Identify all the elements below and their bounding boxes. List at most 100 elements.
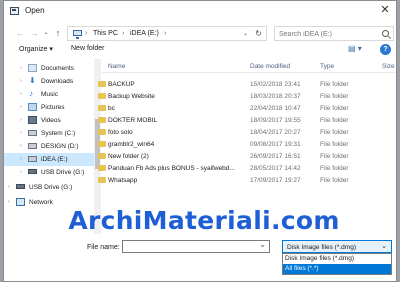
chevron-right-icon[interactable]: › xyxy=(20,104,22,110)
arrow-right-icon: → xyxy=(29,28,39,38)
folder-icon xyxy=(98,117,106,123)
file-row[interactable]: DOKTER MOBIL 18/09/2017 19:55 File folde… xyxy=(98,115,396,126)
sidebar-item-pictures[interactable]: › Pictures xyxy=(4,101,94,114)
breadcrumb-separator-icon: › xyxy=(122,30,125,37)
sidebar-item-idea-e[interactable]: › iDEA (E:) xyxy=(4,153,94,166)
file-type-select[interactable]: Disk Image files (*.dmg) ⌄ xyxy=(282,240,392,253)
sidebar-item-label: iDEA (E:) xyxy=(41,156,68,163)
change-view-button[interactable]: ▤ ▾ xyxy=(348,44,368,56)
chevron-right-icon[interactable]: › xyxy=(20,130,22,136)
sidebar-item-usb-drive-g[interactable]: › USB Drive (G:) xyxy=(4,166,94,179)
file-name: foto solo xyxy=(108,129,133,136)
file-date: 18/09/2017 19:55 xyxy=(250,117,301,124)
drive-icon xyxy=(28,130,37,136)
sidebar-item-label: Music xyxy=(41,91,58,98)
file-name: Whatsapp xyxy=(108,177,138,184)
file-row[interactable]: Backup Website 18/03/2018 20:37 File fol… xyxy=(98,91,396,102)
chevron-right-icon[interactable]: › xyxy=(8,199,10,205)
folder-icon xyxy=(98,153,106,159)
sidebar-item-label: Videos xyxy=(41,117,61,124)
file-type-dropdown-list: Disk Image files (*.dmg) All files (*.*) xyxy=(282,253,392,275)
file-date: 17/09/2017 19:27 xyxy=(250,177,301,184)
back-button[interactable]: ← xyxy=(13,25,27,42)
file-type-option-all-files[interactable]: All files (*.*) xyxy=(283,264,391,274)
documents-icon xyxy=(28,64,37,72)
close-icon: ✕ xyxy=(380,4,390,16)
sidebar-item-system-c[interactable]: › System (C:) xyxy=(4,127,94,140)
breadcrumb-drive[interactable]: iDEA (E:) xyxy=(130,30,159,37)
file-type: File folder xyxy=(320,129,349,136)
column-date-modified[interactable]: Date modified xyxy=(250,63,290,70)
file-row[interactable]: New folder (2) 26/09/2017 16:51 File fol… xyxy=(98,151,396,162)
column-type[interactable]: Type xyxy=(320,63,334,70)
breadcrumb-separator-icon: › xyxy=(85,30,88,37)
file-type: File folder xyxy=(320,165,349,172)
chevron-right-icon[interactable]: › xyxy=(20,91,22,97)
usb-icon xyxy=(28,169,37,174)
column-name[interactable]: Name xyxy=(108,63,125,70)
file-name: bc xyxy=(108,105,115,112)
file-name-input[interactable] xyxy=(122,240,270,253)
file-row[interactable]: BACKUP 15/02/2018 23:41 File folder xyxy=(98,79,396,90)
file-row[interactable]: Whatsapp 17/09/2017 19:27 File folder xyxy=(98,175,396,186)
chevron-right-icon[interactable]: › xyxy=(20,117,22,123)
chevron-down-icon: ⌄ xyxy=(381,243,387,250)
watermark-text: ArchiMateriali.com xyxy=(68,206,340,235)
sidebar-item-downloads[interactable]: › ⬇ Downloads xyxy=(4,75,94,88)
file-type: File folder xyxy=(320,153,349,160)
chevron-right-icon[interactable]: › xyxy=(20,143,22,149)
file-row[interactable]: gramblr2_win64 09/08/2017 19:31 File fol… xyxy=(98,139,396,150)
help-icon: ? xyxy=(383,46,388,53)
breadcrumb-separator-icon: › xyxy=(164,30,167,37)
sidebar-item-label: Network xyxy=(29,199,53,206)
file-name: DOKTER MOBIL xyxy=(108,117,158,124)
chevron-right-icon[interactable]: › xyxy=(8,184,10,190)
chevron-right-icon[interactable]: › xyxy=(20,65,22,71)
file-type: File folder xyxy=(320,141,349,148)
chevron-down-icon: ⌄ xyxy=(43,30,49,36)
file-type: File folder xyxy=(320,93,349,100)
file-date: 09/08/2017 19:31 xyxy=(250,141,301,148)
file-row[interactable]: Panduan Fb Ads plus BONUS - syaifwebd...… xyxy=(98,163,396,174)
chevron-right-icon[interactable]: › xyxy=(20,156,22,162)
address-bar[interactable]: › This PC › iDEA (E:) › ⌄ ↻ xyxy=(67,26,267,41)
file-name: New folder (2) xyxy=(108,153,149,160)
sidebar-item-music[interactable]: › ♪ Music xyxy=(4,88,94,101)
file-name-label: File name: xyxy=(87,244,120,251)
sidebar-item-documents[interactable]: › Documents xyxy=(4,62,94,75)
toolbar: Organize ▾ New folder ▤ ▾ ? xyxy=(4,43,396,58)
search-box[interactable] xyxy=(274,26,394,41)
sidebar-item-label: Documents xyxy=(41,65,74,72)
organize-button[interactable]: Organize ▾ xyxy=(19,45,53,53)
file-date: 18/03/2018 20:37 xyxy=(250,93,301,100)
file-type-selected-value: Disk Image files (*.dmg) xyxy=(287,244,356,251)
open-dialog: Open ✕ ← → ⌄ ↑ › This PC › iDEA (E:) › ⌄… xyxy=(3,0,397,282)
file-type: File folder xyxy=(320,117,349,124)
address-dropdown-icon[interactable]: ⌄ xyxy=(243,30,248,37)
file-row[interactable]: bc 22/04/2018 10:47 File folder xyxy=(98,103,396,114)
file-type-option-dmg[interactable]: Disk Image files (*.dmg) xyxy=(283,254,391,264)
drive-icon xyxy=(28,156,37,162)
refresh-icon[interactable]: ↻ xyxy=(255,29,262,38)
sidebar-item-videos[interactable]: › Videos xyxy=(4,114,94,127)
file-name: Panduan Fb Ads plus BONUS - syaifwebd... xyxy=(108,165,235,172)
sidebar-item-label: USB Drive (G:) xyxy=(29,184,73,191)
column-size[interactable]: Size xyxy=(382,63,395,70)
file-row[interactable]: foto solo 18/04/2017 20:27 File folder xyxy=(98,127,396,138)
navigation-row: ← → ⌄ ↑ › This PC › iDEA (E:) › ⌄ ↻ xyxy=(4,25,396,42)
file-date: 22/04/2018 10:47 xyxy=(250,105,301,112)
chevron-right-icon[interactable]: › xyxy=(20,169,22,175)
title-bar: Open ✕ xyxy=(4,1,396,21)
breadcrumb-this-pc[interactable]: This PC xyxy=(93,30,118,37)
help-button[interactable]: ? xyxy=(380,44,391,55)
file-type: File folder xyxy=(320,81,349,88)
up-button[interactable]: ↑ xyxy=(51,25,65,42)
close-button[interactable]: ✕ xyxy=(376,2,394,19)
folder-icon xyxy=(98,177,106,183)
chevron-right-icon[interactable]: › xyxy=(20,78,22,84)
search-input[interactable] xyxy=(279,29,379,39)
sidebar-item-design-d[interactable]: › DESIGN (D:) xyxy=(4,140,94,153)
folder-icon xyxy=(98,93,106,99)
sidebar-item-usb-drive-g-root[interactable]: › USB Drive (G:) xyxy=(4,181,94,194)
new-folder-button[interactable]: New folder xyxy=(71,45,104,52)
